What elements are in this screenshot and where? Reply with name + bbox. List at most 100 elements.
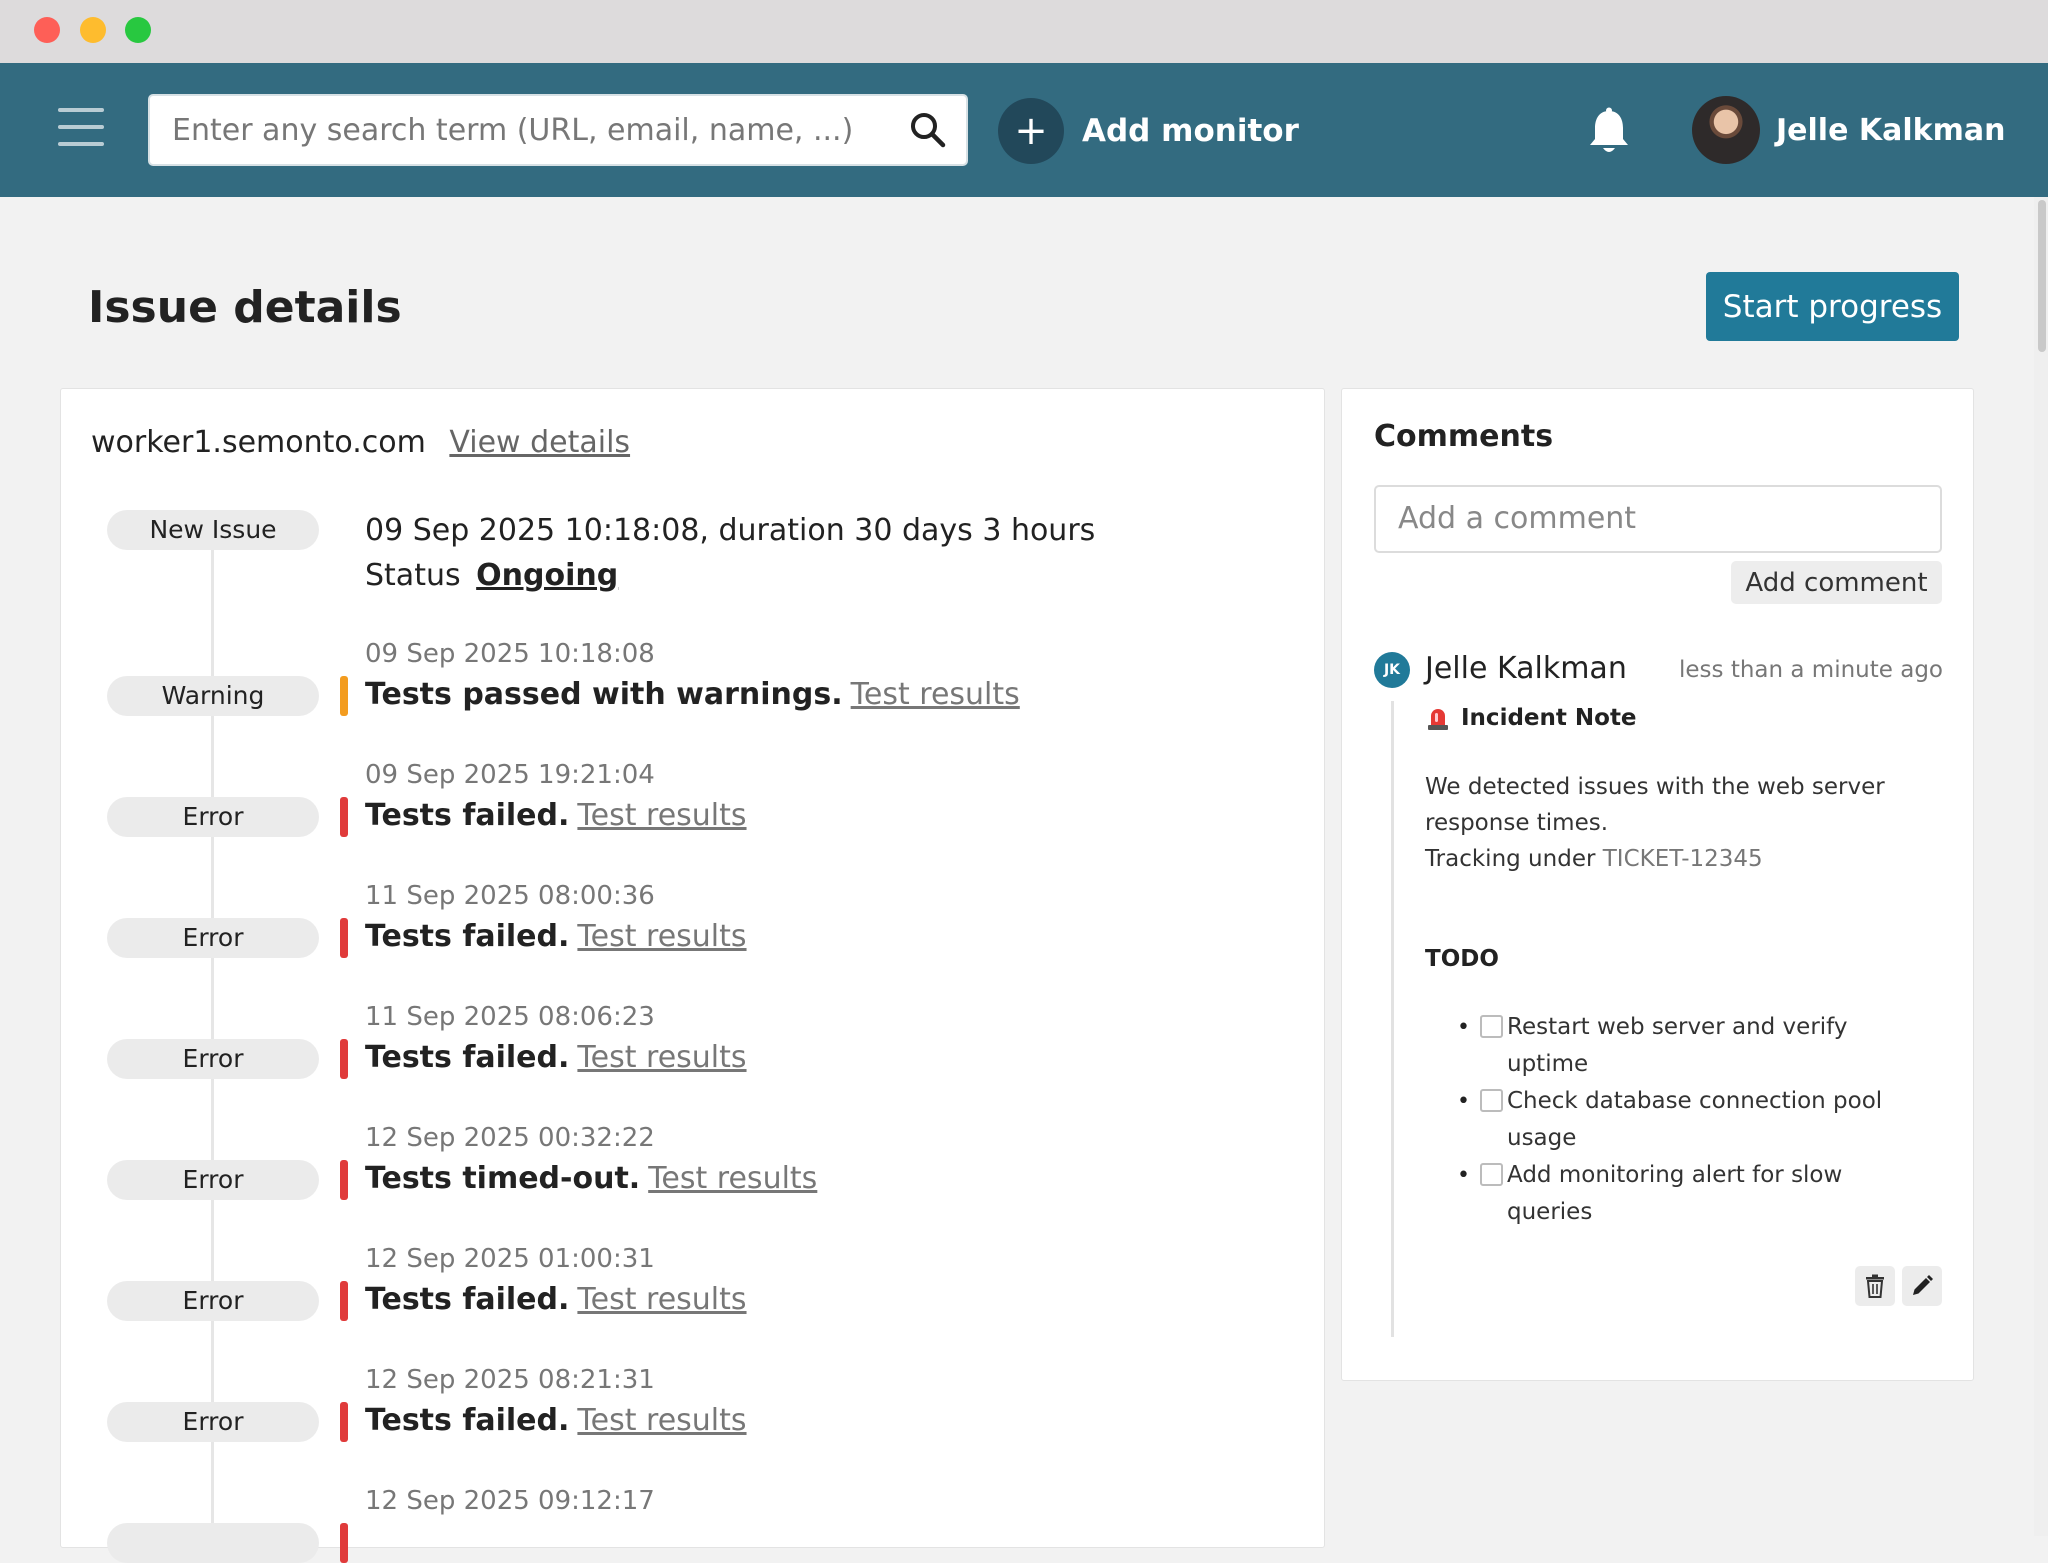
event-timestamp: 09 Sep 2025 19:21:04: [365, 760, 655, 790]
comment-timestamp: less than a minute ago: [1679, 657, 1943, 683]
issue-timeline-panel: worker1.semonto.com View details New Iss…: [60, 388, 1325, 1563]
search-box: [148, 94, 968, 166]
window-close-button[interactable]: [34, 17, 60, 43]
event-message: Tests failed. Test results: [365, 798, 747, 833]
view-details-link[interactable]: View details: [449, 425, 630, 460]
severity-indicator: [340, 1523, 348, 1563]
pencil-icon: [1913, 1275, 1933, 1295]
status-badge: Error: [107, 1160, 319, 1200]
delete-comment-button[interactable]: [1855, 1266, 1895, 1306]
siren-icon: [1428, 709, 1448, 730]
page-scrollbar-thumb[interactable]: [2038, 200, 2046, 352]
todo-checkbox[interactable]: [1480, 1015, 1503, 1038]
event-message-text: Tests failed.: [365, 919, 570, 954]
comment-body-line: response times.: [1425, 810, 1609, 836]
start-progress-button[interactable]: Start progress: [1706, 272, 1959, 341]
event-message: Tests failed. Test results: [365, 1040, 747, 1075]
todo-text-continued: uptime: [1507, 1051, 1589, 1077]
todo-item: Add monitoring alert for slow queries: [1457, 1157, 1917, 1231]
incident-note-heading: Incident Note: [1425, 705, 1637, 731]
issue-started-line: 09 Sep 2025 10:18:08, duration 30 days 3…: [365, 513, 1096, 548]
event-timestamp: 11 Sep 2025 08:00:36: [365, 881, 655, 911]
status-badge: Error: [107, 918, 319, 958]
incident-note-title: Incident Note: [1461, 705, 1637, 731]
status-badge: Error: [107, 1281, 319, 1321]
severity-indicator: [340, 797, 348, 837]
comment-thread-line: [1391, 701, 1394, 1337]
status-badge: Error: [107, 1039, 319, 1079]
event-message-text: Tests failed.: [365, 1403, 570, 1438]
add-monitor-label: Add monitor: [1082, 113, 1299, 149]
event-timestamp: 12 Sep 2025 01:00:31: [365, 1244, 655, 1274]
status-value-link[interactable]: Ongoing: [476, 558, 618, 593]
todo-item: Check database connection pool usage: [1457, 1083, 1917, 1157]
test-results-link[interactable]: Test results: [577, 798, 746, 833]
hamburger-menu-icon[interactable]: [58, 108, 104, 146]
event-timestamp: 12 Sep 2025 08:21:31: [365, 1365, 655, 1395]
window-title-bar: [0, 0, 2048, 63]
add-monitor-button[interactable]: + Add monitor: [998, 98, 1299, 164]
ticket-reference: TICKET-12345: [1602, 846, 1763, 872]
todo-text: Add monitoring alert for slow: [1507, 1162, 1843, 1188]
test-results-link[interactable]: Test results: [851, 677, 1020, 712]
todo-heading: TODO: [1425, 946, 1499, 972]
event-message: Tests passed with warnings. Test results: [365, 677, 1020, 712]
severity-indicator: [340, 918, 348, 958]
status-badge: Warning: [107, 676, 319, 716]
severity-indicator: [340, 1402, 348, 1442]
bell-icon[interactable]: [1586, 107, 1632, 157]
event-message: Tests failed. Test results: [365, 1282, 747, 1317]
test-results-link[interactable]: Test results: [577, 919, 746, 954]
comment-body-line: We detected issues with the web server: [1425, 774, 1885, 800]
host-header: worker1.semonto.com View details: [91, 425, 630, 460]
plus-icon: +: [998, 98, 1064, 164]
status-badge: New Issue: [107, 510, 319, 550]
todo-text: Check database connection pool: [1507, 1088, 1883, 1114]
severity-indicator: [340, 1160, 348, 1200]
search-icon[interactable]: [908, 110, 948, 150]
severity-indicator: [340, 1039, 348, 1079]
test-results-link[interactable]: Test results: [577, 1282, 746, 1317]
test-results-link[interactable]: Test results: [648, 1161, 817, 1196]
test-results-link[interactable]: Test results: [577, 1403, 746, 1438]
comment-body: We detected issues with the web server r…: [1425, 769, 1885, 877]
trash-icon: [1866, 1274, 1884, 1298]
event-timestamp: 09 Sep 2025 10:18:08: [365, 639, 655, 669]
todo-checkbox[interactable]: [1480, 1163, 1503, 1186]
comments-panel: Comments Add comment JK Jelle Kalkman le…: [1341, 388, 1974, 1381]
event-message-text: Tests passed with warnings.: [365, 677, 843, 712]
status-label: Status: [365, 558, 461, 593]
severity-indicator: [340, 1281, 348, 1321]
comments-title: Comments: [1374, 419, 1554, 454]
comment-author-avatar: JK: [1374, 652, 1410, 688]
todo-list: Restart web server and verify uptime Che…: [1457, 1009, 1917, 1231]
test-results-link[interactable]: Test results: [577, 1040, 746, 1075]
page-title: Issue details: [88, 282, 402, 333]
window-minimize-button[interactable]: [80, 17, 106, 43]
comment-input[interactable]: [1374, 485, 1942, 553]
event-message-text: Tests timed-out.: [365, 1161, 641, 1196]
comment-tracking-line: Tracking under TICKET-12345: [1425, 841, 1885, 877]
event-message-text: Tests failed.: [365, 1040, 570, 1075]
status-badge: Error: [107, 1402, 319, 1442]
event-message: Tests timed-out. Test results: [365, 1161, 817, 1196]
event-timestamp: 11 Sep 2025 08:06:23: [365, 1002, 655, 1032]
event-message-text: Tests failed.: [365, 1282, 570, 1317]
issue-status-line: Status Ongoing: [365, 558, 618, 593]
todo-text: Restart web server and verify: [1507, 1014, 1848, 1040]
todo-text-continued: queries: [1507, 1199, 1593, 1225]
add-comment-button[interactable]: Add comment: [1731, 561, 1942, 604]
event-timestamp: 12 Sep 2025 00:32:22: [365, 1123, 655, 1153]
user-menu[interactable]: Jelle Kalkman: [1692, 94, 2005, 166]
todo-checkbox[interactable]: [1480, 1089, 1503, 1112]
tracking-prefix: Tracking under: [1425, 846, 1596, 872]
event-message: Tests failed. Test results: [365, 919, 747, 954]
todo-text-continued: usage: [1507, 1125, 1577, 1151]
window-maximize-button[interactable]: [125, 17, 151, 43]
comment-author: Jelle Kalkman: [1425, 651, 1627, 686]
edit-comment-button[interactable]: [1902, 1266, 1942, 1306]
user-name: Jelle Kalkman: [1776, 112, 2006, 148]
search-input[interactable]: [172, 106, 872, 154]
page-scrollbar[interactable]: [2034, 197, 2048, 1536]
todo-item: Restart web server and verify uptime: [1457, 1009, 1917, 1083]
